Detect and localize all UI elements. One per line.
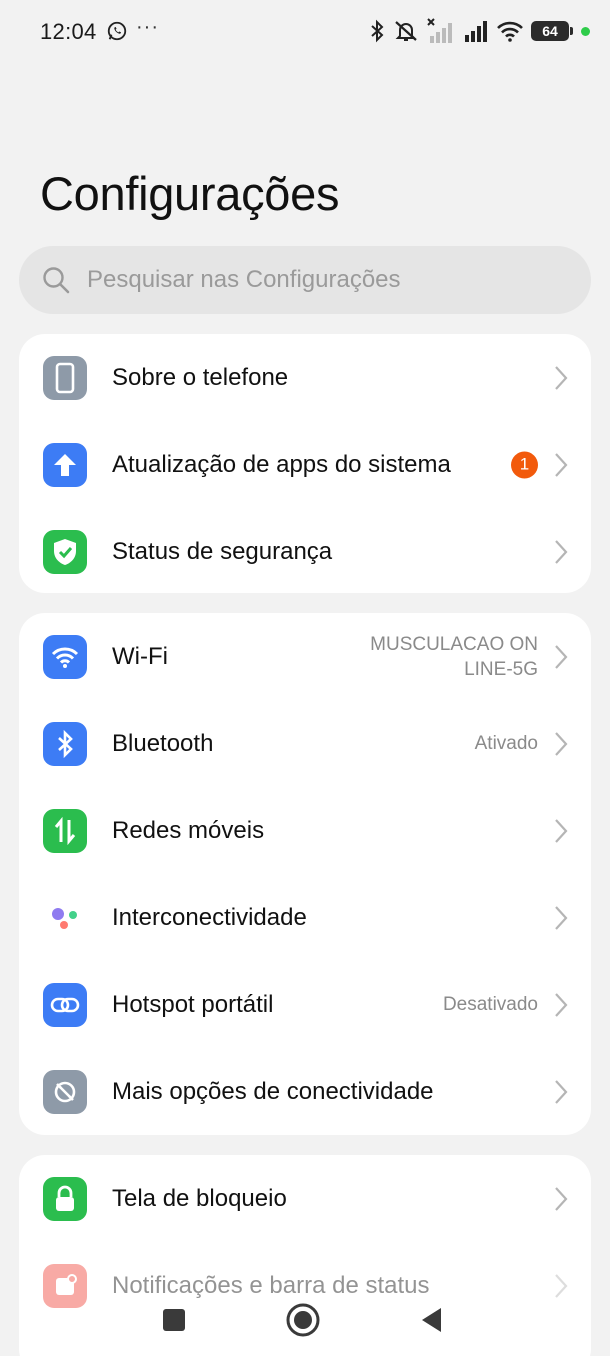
settings-item-label: Tela de bloqueio [112, 1184, 287, 1212]
signal-off-icon [427, 18, 452, 43]
wifi-network-line1: MUSCULACAO ON [370, 633, 538, 655]
chevron-right-icon [555, 1079, 568, 1104]
settings-item-label: Bluetooth [112, 729, 214, 757]
navigation-bar [0, 1292, 610, 1356]
chevron-right-icon [555, 992, 568, 1017]
chevron-right-icon [555, 818, 568, 843]
wifi-network-name: MUSCULACAO ON LINE-5G [370, 632, 538, 682]
settings-item-about-phone[interactable]: Sobre o telefone [19, 334, 591, 421]
chevron-right-icon [555, 731, 568, 756]
search-input[interactable]: Pesquisar nas Configurações [19, 246, 591, 314]
chevron-right-icon [555, 452, 568, 477]
battery-icon: 64 [531, 21, 573, 41]
chevron-right-icon [555, 905, 568, 930]
wifi-icon [497, 21, 523, 42]
recents-square-icon [163, 1309, 185, 1331]
update-count-badge: 1 [511, 451, 538, 478]
status-time: 12:04 [40, 19, 97, 44]
settings-item-label: Redes móveis [112, 816, 265, 844]
chevron-right-icon [555, 1186, 568, 1211]
link-icon [43, 1069, 87, 1114]
settings-item-label: Interconectividade [112, 903, 307, 931]
settings-group-device: Sobre o telefone Atualização de apps do … [19, 334, 591, 593]
page-title: Configurações [40, 167, 340, 220]
home-button[interactable] [283, 1300, 323, 1340]
settings-item-label: Status de segurança [112, 537, 333, 565]
shield-icon [43, 529, 87, 574]
settings-item-label: Mais opções de conectividade [112, 1077, 434, 1105]
settings-item-lock-screen[interactable]: Tela de bloqueio [19, 1155, 591, 1242]
mute-icon [395, 21, 417, 41]
settings-screen: 12:04 ··· 64 Configurações Pesquisar nas… [0, 0, 610, 1356]
phone-icon [43, 355, 87, 400]
bluetooth-icon [43, 721, 87, 766]
recents-button[interactable] [154, 1300, 194, 1340]
back-triangle-icon [422, 1308, 441, 1332]
search-icon [43, 267, 70, 294]
chevron-right-icon [555, 365, 568, 390]
search-placeholder: Pesquisar nas Configurações [87, 266, 401, 293]
chevron-right-icon [555, 539, 568, 564]
chevron-right-icon [555, 644, 568, 669]
bluetooth-icon [371, 19, 384, 43]
settings-item-interconnectivity[interactable]: Interconectividade [19, 874, 591, 961]
arrow-up-icon [43, 442, 87, 487]
status-icons: 64 [369, 17, 590, 45]
settings-item-label: Atualização de apps do sistema [112, 450, 451, 478]
home-circle-icon [286, 1303, 320, 1337]
settings-item-wifi[interactable]: Wi-Fi MUSCULACAO ON LINE-5G [19, 613, 591, 700]
settings-item-mobile-networks[interactable]: Redes móveis [19, 787, 591, 874]
wifi-icon [43, 634, 87, 679]
interconnect-icon [43, 896, 87, 940]
hotspot-status: Desativado [442, 994, 538, 1015]
whatsapp-icon [107, 21, 127, 41]
settings-item-label: Wi-Fi [112, 642, 168, 670]
settings-item-bluetooth[interactable]: Bluetooth Ativado [19, 700, 591, 787]
settings-item-label: Hotspot portátil [112, 990, 274, 1018]
settings-item-more-connectivity[interactable]: Mais opções de conectividade [19, 1048, 591, 1135]
status-more: ··· [136, 16, 159, 38]
back-button[interactable] [412, 1300, 452, 1340]
settings-item-label: Sobre o telefone [112, 363, 289, 391]
settings-group-connectivity: Wi-Fi MUSCULACAO ON LINE-5G Bluetooth At… [19, 613, 591, 1135]
privacy-indicator-dot [581, 26, 590, 36]
wifi-network-line2: LINE-5G [464, 658, 538, 680]
signal-icon [465, 21, 487, 42]
lock-icon [43, 1176, 87, 1221]
status-bar: 12:04 ··· 64 [0, 0, 610, 64]
hotspot-icon [43, 982, 87, 1027]
settings-item-hotspot[interactable]: Hotspot portátil Desativado [19, 961, 591, 1048]
settings-item-system-app-updates[interactable]: Atualização de apps do sistema 1 [19, 421, 591, 508]
mobile-data-icon [43, 808, 87, 853]
settings-item-security-status[interactable]: Status de segurança [19, 508, 591, 593]
bluetooth-status: Ativado [474, 733, 538, 754]
